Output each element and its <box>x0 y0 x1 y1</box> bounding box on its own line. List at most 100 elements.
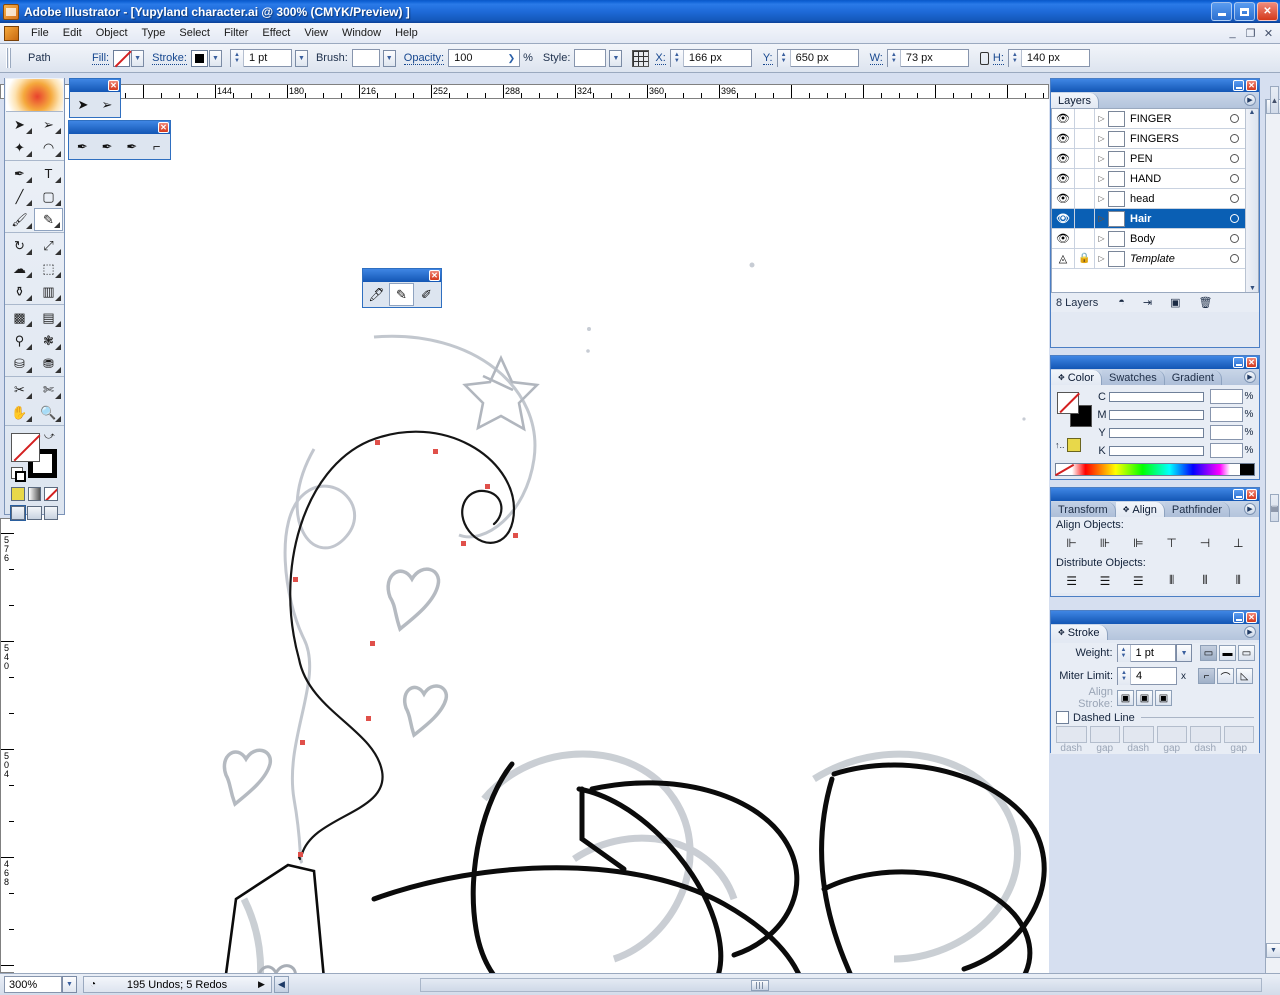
layer-visibility-toggle[interactable]: 👁 <box>1052 192 1074 205</box>
direct-selection-tool[interactable]: ➢ <box>95 93 119 116</box>
layer-target-circle[interactable] <box>1223 114 1245 123</box>
pen-tool[interactable]: ✒ <box>70 135 95 158</box>
layer-name[interactable]: PEN <box>1130 153 1223 165</box>
layer-name[interactable]: HAND <box>1130 173 1223 185</box>
stroke-swatch[interactable] <box>190 49 208 67</box>
none-button[interactable] <box>44 487 59 501</box>
warp-tool[interactable]: ☁ <box>5 257 34 280</box>
horizontal-ruler[interactable]: 144 180 216 252 288 324 360 396 <box>13 84 1049 99</box>
tab-color[interactable]: ✥ Color <box>1051 370 1102 385</box>
gradient-button[interactable] <box>27 487 42 501</box>
vertical-ruler[interactable]: 576540504468 <box>0 518 15 973</box>
color-panel-title-bar[interactable]: ✕ <box>1051 356 1259 369</box>
layer-row[interactable]: 👁 ▷ PEN <box>1052 148 1258 169</box>
zoom-tool[interactable]: 🔍 <box>34 401 63 424</box>
round-join-button[interactable]: ⌒ <box>1217 668 1234 684</box>
cmyk-slider[interactable] <box>1109 391 1204 402</box>
align-vertical-center-button[interactable]: ⊣ <box>1193 533 1217 552</box>
type-tool[interactable]: T <box>34 162 63 185</box>
layer-expand-triangle[interactable]: ▷ <box>1095 214 1108 223</box>
layer-name[interactable]: head <box>1130 193 1223 205</box>
stroke-weight-dropdown-arrow[interactable]: ▼ <box>294 49 308 67</box>
layer-name[interactable]: Template <box>1130 253 1223 265</box>
h-label[interactable]: H: <box>992 52 1004 65</box>
distribute-top-button[interactable]: ☰ <box>1060 571 1084 590</box>
color-fill-swatch[interactable] <box>1057 392 1079 414</box>
paintbrush-tool[interactable]: 🖌 <box>5 208 34 231</box>
style-swatch[interactable] <box>574 49 607 67</box>
cmyk-value-field[interactable] <box>1210 389 1243 404</box>
close-icon[interactable]: ✕ <box>1246 80 1257 91</box>
full-screen-menu-mode-button[interactable] <box>27 506 42 520</box>
tab-layers[interactable]: Layers <box>1051 93 1100 108</box>
distribute-vertical-center-button[interactable]: ☰ <box>1093 571 1117 590</box>
tab-align[interactable]: ✥ Align <box>1115 502 1165 517</box>
opacity-flyout-arrow[interactable]: ❯ <box>508 53 520 64</box>
layer-visibility-toggle[interactable]: ◬ <box>1052 252 1074 265</box>
layer-row[interactable]: 👁 ▷ FINGER <box>1052 109 1258 129</box>
x-field[interactable]: ▲ ▼ 166 px <box>669 49 752 67</box>
gradient-tool[interactable]: ▤ <box>34 306 63 329</box>
layer-target-circle[interactable] <box>1223 174 1245 183</box>
layer-lock-toggle[interactable] <box>1074 168 1095 189</box>
color-button[interactable] <box>11 487 25 501</box>
round-cap-button[interactable]: ▬ <box>1218 645 1236 661</box>
layer-name[interactable]: FINGERS <box>1130 133 1223 145</box>
cmyk-value-field[interactable] <box>1210 407 1243 422</box>
hand-tool[interactable]: ✋ <box>5 401 34 424</box>
w-stepper[interactable]: ▲ ▼ <box>887 49 901 67</box>
layer-name[interactable]: FINGER <box>1130 113 1223 125</box>
lock-proportions-icon[interactable] <box>979 51 989 65</box>
cmyk-slider[interactable] <box>1109 445 1204 456</box>
menu-view[interactable]: View <box>297 25 335 41</box>
blend-tool[interactable]: ❃ <box>34 329 63 352</box>
layer-target-circle[interactable] <box>1223 194 1245 203</box>
column-graph-tool[interactable]: ▥ <box>34 280 63 303</box>
miter-limit-input[interactable]: ▲ ▼ 4 <box>1117 667 1177 685</box>
layer-expand-triangle[interactable]: ▷ <box>1095 114 1108 123</box>
selection-tool[interactable]: ➤ <box>5 113 34 136</box>
x-label[interactable]: X: <box>655 52 666 65</box>
fill-swatch[interactable] <box>113 49 131 67</box>
h-field[interactable]: ▲ ▼ 140 px <box>1007 49 1090 67</box>
close-icon[interactable]: ✕ <box>1246 612 1257 623</box>
horizontal-scrollbar-thumb[interactable] <box>751 980 769 991</box>
distribute-horizontal-center-button[interactable]: ⦀ <box>1193 571 1217 590</box>
spectrum-ramp[interactable] <box>1072 464 1240 475</box>
menu-type[interactable]: Type <box>135 25 173 41</box>
layer-lock-toggle[interactable]: 🔒 <box>1074 248 1095 269</box>
pencil-tool[interactable]: ✎ <box>34 208 63 231</box>
stroke-dropdown-arrow[interactable]: ▼ <box>208 49 222 67</box>
layer-expand-triangle[interactable]: ▷ <box>1095 154 1108 163</box>
menu-select[interactable]: Select <box>172 25 217 41</box>
eraser-tool[interactable]: ✐ <box>414 283 439 306</box>
canvas-vertical-scrollbar[interactable]: ▲ ▼ <box>1265 99 1280 973</box>
stroke-panel-title-bar[interactable]: ✕ <box>1051 611 1259 624</box>
cmyk-value-field[interactable] <box>1210 443 1243 458</box>
convert-anchor-point-tool[interactable]: ⌐ <box>144 135 169 158</box>
close-button[interactable]: ✕ <box>1257 2 1278 21</box>
style-dropdown-arrow[interactable]: ▼ <box>609 49 623 67</box>
stroke-label[interactable]: Stroke: <box>152 52 187 65</box>
live-paint-selection-tool[interactable]: ⛃ <box>34 352 63 375</box>
layer-name[interactable]: Body <box>1130 233 1223 245</box>
layer-row[interactable]: 👁 ▷ FINGERS <box>1052 128 1258 149</box>
projecting-cap-button[interactable]: ▭ <box>1237 645 1255 661</box>
add-anchor-point-tool[interactable]: ✒ <box>95 135 120 158</box>
cmyk-slider[interactable] <box>1109 427 1204 438</box>
standard-screen-mode-button[interactable] <box>9 505 27 521</box>
horizontal-scrollbar[interactable] <box>420 978 1262 992</box>
layer-row[interactable]: 👁 ▷ Hair <box>1052 208 1258 229</box>
magic-wand-tool[interactable]: ✦ <box>5 136 34 159</box>
minimize-icon[interactable] <box>1233 80 1244 91</box>
close-icon[interactable]: ✕ <box>429 270 440 281</box>
menu-effect[interactable]: Effect <box>255 25 297 41</box>
last-color-swatch[interactable] <box>1066 438 1081 452</box>
fill-label[interactable]: Fill: <box>92 52 110 65</box>
zoom-level-field[interactable]: 300% <box>4 976 62 993</box>
y-label[interactable]: Y: <box>762 52 773 65</box>
close-icon[interactable]: ✕ <box>108 80 119 91</box>
layer-row[interactable]: 👁 ▷ HAND <box>1052 168 1258 189</box>
menu-filter[interactable]: Filter <box>217 25 255 41</box>
layer-target-circle[interactable] <box>1223 254 1245 263</box>
